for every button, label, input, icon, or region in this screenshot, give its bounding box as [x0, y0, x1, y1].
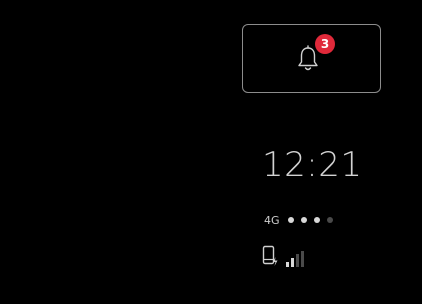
signal-bar — [286, 262, 289, 267]
signal-bar — [296, 254, 299, 267]
signal-bar — [291, 258, 294, 267]
status-icons — [262, 243, 306, 267]
network-dots — [287, 217, 340, 223]
network-dot — [326, 217, 333, 223]
notification-button[interactable]: 3 — [242, 24, 381, 93]
clock-time: 12:21 — [262, 145, 363, 185]
network-dot — [287, 217, 294, 223]
notification-count-badge: 3 — [315, 34, 335, 54]
network-status: 4G — [264, 212, 340, 228]
phone-charging-icon — [262, 245, 278, 266]
signal-strength-icon — [286, 251, 306, 267]
network-type-label: 4G — [264, 213, 280, 227]
signal-bar — [301, 251, 304, 267]
lock-screen: 3 12:21 4G — [0, 0, 422, 304]
network-dot — [313, 217, 320, 223]
network-dot — [300, 217, 307, 223]
